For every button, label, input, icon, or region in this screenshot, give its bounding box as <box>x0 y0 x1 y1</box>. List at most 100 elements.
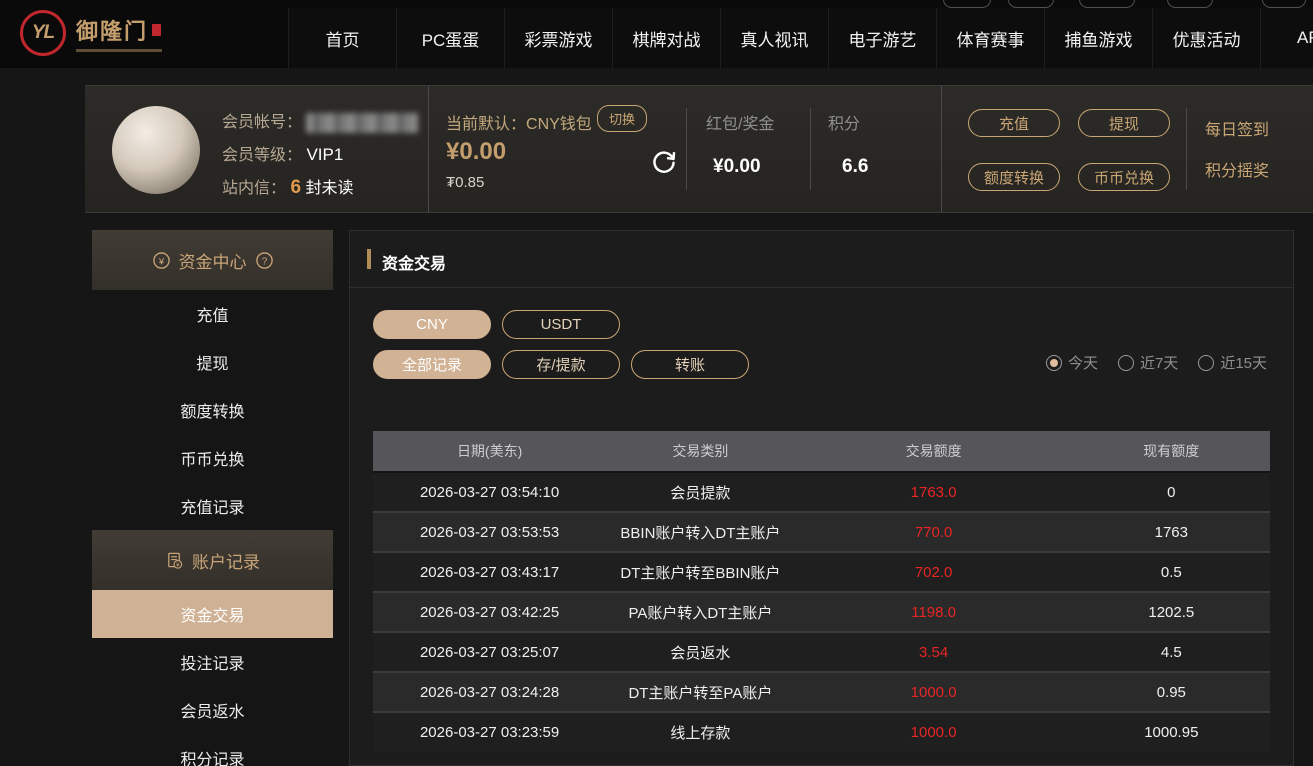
nav-item-优惠活动[interactable]: 优惠活动 <box>1152 8 1260 68</box>
radio-icon <box>1198 354 1215 371</box>
cell-date: 2026-03-27 03:23:59 <box>419 723 560 741</box>
cell-balance: 1763 <box>1154 523 1188 541</box>
table-row: 2026-03-27 03:24:28 DT主账户转至PA账户 1000.0 0.95 <box>373 671 1270 711</box>
divider <box>686 108 687 190</box>
cell-type: 线上存款 <box>670 724 731 742</box>
nav-item-捕鱼游戏[interactable]: 捕鱼游戏 <box>1044 8 1152 68</box>
wallet-primary-amount: ¥0.00 <box>446 138 507 165</box>
link-积分摇奖[interactable]: 积分摇奖 <box>1205 157 1269 181</box>
cell-date: 2026-03-27 03:43:17 <box>419 563 560 581</box>
level-row: 会员等级： VIP1 <box>222 141 343 165</box>
column-header: 交易类别 <box>672 443 729 459</box>
action-button-币币兑换[interactable]: 币币兑换 <box>1078 163 1170 191</box>
cell-balance: 0 <box>1167 483 1176 501</box>
sidebar-item-积分记录[interactable]: 积分记录 <box>92 734 333 766</box>
column-header: 现有额度 <box>1143 443 1200 459</box>
nav-item-APP[interactable]: APP <box>1260 8 1313 68</box>
cell-type: DT主账户转至BBIN账户 <box>620 564 781 582</box>
divider <box>1186 108 1187 190</box>
page: YL 御隆门 首页 PC蛋蛋 彩票游戏 棋牌对战 真人视讯 电子游艺 体育赛事 捕鱼游戏 优惠活… <box>0 0 1313 766</box>
action-button-提现[interactable]: 提现 <box>1078 109 1170 137</box>
ledger-icon: ¥ <box>165 551 184 570</box>
sidebar-item-会员返水[interactable]: 会员返水 <box>92 686 333 734</box>
currency-tab-USDT[interactable]: USDT <box>502 310 620 339</box>
logo-seal-icon <box>152 24 162 36</box>
nav-item-PC蛋蛋[interactable]: PC蛋蛋 <box>396 8 504 68</box>
points-value: 6.6 <box>842 156 869 177</box>
cell-balance: 0.5 <box>1160 563 1182 581</box>
cell-amount: 770.0 <box>914 523 953 541</box>
top-navbar: YL 御隆门 首页 PC蛋蛋 彩票游戏 棋牌对战 真人视讯 电子游艺 体育赛事 捕鱼游戏 优惠活… <box>0 0 1313 68</box>
inbox-label: 站内信： <box>222 180 287 197</box>
nav-item-体育赛事[interactable]: 体育赛事 <box>936 8 1044 68</box>
cell-type: 会员提款 <box>670 484 731 502</box>
sidebar-item-投注记录[interactable]: 投注记录 <box>92 638 333 686</box>
wallet-secondary-amount: ₮0.85 <box>446 174 485 191</box>
funds-transactions-panel: 资金交易 CNY USDT 全部记录 存/提款 转账 今天 近7天 近15天 日期(美东)… <box>349 230 1294 766</box>
action-button-充值[interactable]: 充值 <box>968 109 1060 137</box>
nav-item-彩票游戏[interactable]: 彩票游戏 <box>504 8 612 68</box>
main-nav-menu: 首页PC蛋蛋彩票游戏棋牌对战真人视讯电子游艺体育赛事捕鱼游戏优惠活动APP <box>288 8 1313 68</box>
title-accent-bar <box>367 249 371 269</box>
cell-type: 会员返水 <box>670 644 731 662</box>
page-title: 资金交易 <box>382 256 447 273</box>
link-每日签到[interactable]: 每日签到 <box>1205 116 1269 140</box>
action-button-额度转换[interactable]: 额度转换 <box>968 163 1060 191</box>
nav-item-电子游艺[interactable]: 电子游艺 <box>828 8 936 68</box>
inbox-row[interactable]: 站内信： 6 封未读 <box>222 174 354 199</box>
cell-date: 2026-03-27 03:25:07 <box>419 643 560 661</box>
range-option-近7天[interactable]: 近7天 <box>1117 352 1179 373</box>
cell-date: 2026-03-27 03:24:28 <box>419 683 560 701</box>
bonus-label: 红包/奖金 <box>706 116 775 133</box>
cell-amount: 1000.0 <box>910 723 957 741</box>
sidebar-item-额度转换[interactable]: 额度转换 <box>92 386 333 434</box>
cell-balance: 1202.5 <box>1148 603 1195 621</box>
date-range-radios: 今天 近7天 近15天 <box>1045 352 1267 373</box>
column-header: 交易额度 <box>905 443 962 459</box>
filter-tab-转账[interactable]: 转账 <box>631 350 749 379</box>
range-option-近15天[interactable]: 近15天 <box>1198 352 1267 373</box>
cell-balance: 1000.95 <box>1144 723 1199 741</box>
table-row: 2026-03-27 03:25:07 会员返水 3.54 4.5 <box>373 631 1270 671</box>
sidebar-section-资金中心[interactable]: ¥ 资金中心? <box>92 230 333 290</box>
switch-wallet-button[interactable]: 切换 <box>597 105 648 132</box>
help-icon[interactable]: ? <box>255 251 274 270</box>
level-label: 会员等级： <box>222 147 303 164</box>
nav-item-棋牌对战[interactable]: 棋牌对战 <box>612 8 720 68</box>
svg-text:?: ? <box>261 256 267 267</box>
sidebar-section-title: 资金中心 <box>178 252 247 272</box>
sidebar-section-账户记录[interactable]: ¥ 账户记录 <box>92 530 333 590</box>
range-label: 今天 <box>1067 355 1098 372</box>
refresh-icon[interactable] <box>650 148 678 176</box>
divider <box>810 108 811 190</box>
radio-icon <box>1117 354 1134 371</box>
sidebar-item-资金交易[interactable]: 资金交易 <box>92 590 333 638</box>
cell-type: PA账户转入DT主账户 <box>628 604 773 622</box>
filter-tab-存/提款[interactable]: 存/提款 <box>502 350 620 379</box>
fund-center-icon: ¥ <box>152 251 171 270</box>
divider <box>941 86 942 212</box>
cell-balance: 4.5 <box>1160 643 1182 661</box>
default-wallet-label: 当前默认：CNY钱包 <box>446 110 592 134</box>
logo-caption <box>76 49 162 52</box>
sidebar-item-提现[interactable]: 提现 <box>92 338 333 386</box>
clipped-pill-outline <box>1167 0 1213 8</box>
range-option-今天[interactable]: 今天 <box>1045 352 1098 373</box>
level-value: VIP1 <box>306 145 344 164</box>
nav-item-首页[interactable]: 首页 <box>288 8 396 68</box>
cell-type: BBIN账户转入DT主账户 <box>620 524 781 542</box>
sidebar-item-充值[interactable]: 充值 <box>92 290 333 338</box>
range-label: 近7天 <box>1139 355 1179 372</box>
wallet-actions: 充值 提现 额度转换 币币兑换 <box>968 109 1170 191</box>
user-wallet-panel: 会员帐号： 会员等级： VIP1 站内信： 6 封未读 当前默认：CNY钱包 切… <box>85 85 1313 213</box>
clipped-pill-outline <box>1262 0 1306 8</box>
filter-tab-全部记录[interactable]: 全部记录 <box>373 350 491 379</box>
site-logo[interactable]: YL 御隆门 <box>20 10 162 56</box>
sidebar-item-充值记录[interactable]: 充值记录 <box>92 482 333 530</box>
currency-tab-CNY[interactable]: CNY <box>373 310 491 339</box>
cell-type: DT主账户转至PA账户 <box>628 684 773 702</box>
cell-amount: 702.0 <box>914 563 953 581</box>
cell-balance: 0.95 <box>1156 683 1186 701</box>
nav-item-真人视讯[interactable]: 真人视讯 <box>720 8 828 68</box>
sidebar-item-币币兑换[interactable]: 币币兑换 <box>92 434 333 482</box>
